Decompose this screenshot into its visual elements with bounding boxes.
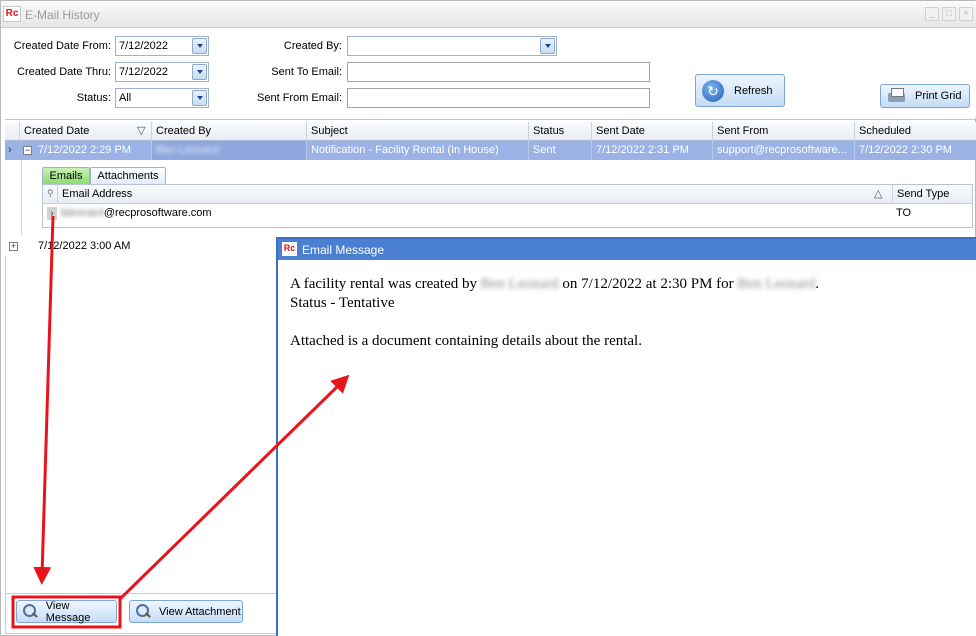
created-from-date-picker[interactable]: 7/12/2022	[115, 36, 209, 56]
cell-email-address: bleonard@recprosoftware.com	[61, 207, 212, 219]
left-panel	[5, 256, 277, 634]
collapse-icon[interactable]: −	[23, 146, 32, 155]
column-header-send-type[interactable]: Send Type	[892, 185, 972, 204]
row-indicator-icon: ›	[8, 144, 12, 156]
print-grid-button[interactable]: Print Grid	[880, 84, 970, 108]
app-logo-icon: Rc	[282, 242, 297, 256]
email-message-body: A facility rental was created by Ben Leo…	[290, 275, 970, 351]
expand-icon[interactable]: +	[9, 242, 18, 251]
title-bar: Rc E-Mail History _ □ ×	[1, 1, 976, 28]
sent-from-label: Sent From Email:	[257, 92, 342, 104]
sent-to-label: Sent To Email:	[271, 66, 342, 78]
table-row[interactable]: › − 7/12/2022 2:29 PM Ben Leonard Notifi…	[5, 141, 976, 160]
window-title: E-Mail History	[25, 8, 100, 22]
filter-panel: Created Date From: 7/12/2022 Created Dat…	[1, 28, 976, 118]
printer-icon	[887, 88, 907, 104]
column-header-sent-date[interactable]: Sent Date	[591, 122, 712, 141]
table-row[interactable]: + 7/12/2022 3:00 AM	[5, 237, 277, 256]
created-thru-label: Created Date Thru:	[17, 66, 111, 78]
divider	[5, 593, 277, 594]
column-header-created-date[interactable]: Created Date ▽	[19, 122, 151, 141]
tab-emails[interactable]: Emails	[42, 167, 90, 184]
cell-send-type: TO	[896, 207, 912, 219]
status-label: Status:	[76, 92, 111, 104]
created-from-label: Created Date From:	[13, 40, 111, 52]
recipients-header: ⚲ Email Address △ Send Type	[43, 185, 972, 204]
message-line-2: Status - Tentative	[290, 295, 395, 311]
column-header-created-by[interactable]: Created By	[151, 122, 306, 141]
chevron-down-icon[interactable]	[192, 64, 207, 80]
column-header-email-address[interactable]: Email Address △	[57, 185, 892, 204]
magnifier-icon	[23, 604, 38, 619]
close-icon[interactable]: ×	[959, 7, 973, 21]
chevron-down-icon[interactable]	[192, 90, 207, 106]
filter-icon[interactable]: ▽	[137, 124, 145, 137]
app-logo-icon: Rc	[3, 6, 21, 22]
tab-attachments[interactable]: Attachments	[90, 167, 166, 184]
cell-created-date: 7/12/2022 2:29 PM	[38, 144, 131, 156]
message-line-3: Attached is a document containing detail…	[290, 333, 642, 349]
email-message-window: Rc Email Message A facility rental was c…	[276, 237, 976, 636]
magnifier-icon	[136, 604, 151, 619]
status-value: All	[119, 92, 132, 104]
email-history-window: Rc E-Mail History _ □ × Created Date Fro…	[0, 0, 976, 636]
detail-panel: Emails Attachments ⚲ Email Address △ Sen…	[21, 160, 976, 236]
column-header-subject[interactable]: Subject	[306, 122, 528, 141]
created-thru-date-picker[interactable]: 7/12/2022	[115, 62, 209, 82]
cell-sent-date: 7/12/2022 2:31 PM	[591, 141, 712, 160]
created-thru-value: 7/12/2022	[119, 66, 168, 78]
column-header-sent-from[interactable]: Sent From	[712, 122, 854, 141]
sent-to-email-input[interactable]	[347, 62, 650, 82]
recipients-grid: ⚲ Email Address △ Send Type › bleonard@r…	[42, 184, 973, 228]
grid-header: Created Date ▽ Created By Subject Status…	[5, 122, 976, 141]
refresh-label: Refresh	[734, 84, 773, 97]
cell-created-date: 7/12/2022 3:00 AM	[38, 240, 131, 252]
column-header-status[interactable]: Status	[528, 122, 591, 141]
chevron-down-icon[interactable]	[540, 38, 555, 54]
view-message-button[interactable]: View Message	[16, 599, 117, 624]
cell-created-by: Ben Leonard	[151, 141, 306, 160]
table-row[interactable]: › bleonard@recprosoftware.com TO	[43, 204, 972, 225]
chevron-down-icon[interactable]	[192, 38, 207, 54]
status-select[interactable]: All	[115, 88, 209, 108]
search-icon[interactable]: ⚲	[47, 188, 54, 199]
email-message-titlebar: Rc Email Message	[278, 239, 976, 260]
created-by-select[interactable]	[347, 36, 557, 56]
print-grid-label: Print Grid	[915, 90, 962, 102]
created-by-label: Created By:	[283, 40, 342, 52]
created-from-value: 7/12/2022	[119, 40, 168, 52]
minimize-icon[interactable]: _	[925, 7, 939, 21]
message-line-1: A facility rental was created by Ben Leo…	[290, 276, 820, 292]
view-attachment-button[interactable]: View Attachment	[129, 600, 243, 623]
maximize-icon[interactable]: □	[942, 7, 956, 21]
email-message-title: Email Message	[302, 243, 385, 257]
column-header-scheduled[interactable]: Scheduled	[854, 122, 976, 141]
cell-scheduled: 7/12/2022 2:30 PM	[854, 141, 976, 160]
cell-status: Sent	[528, 141, 591, 160]
sent-from-email-input[interactable]	[347, 88, 650, 108]
cell-subject: Notification - Facility Rental (In House…	[306, 141, 528, 160]
refresh-button[interactable]: ↻ Refresh	[695, 74, 785, 107]
view-message-label: View Message	[45, 599, 91, 624]
cell-sent-from: support@recprosoftware...	[712, 141, 854, 160]
email-history-grid: Created Date ▽ Created By Subject Status…	[5, 119, 976, 237]
refresh-icon: ↻	[702, 79, 724, 102]
row-indicator-icon: ›	[47, 207, 57, 220]
view-attachment-label: View Attachment	[159, 605, 241, 618]
sort-ascending-icon[interactable]: △	[874, 187, 882, 200]
